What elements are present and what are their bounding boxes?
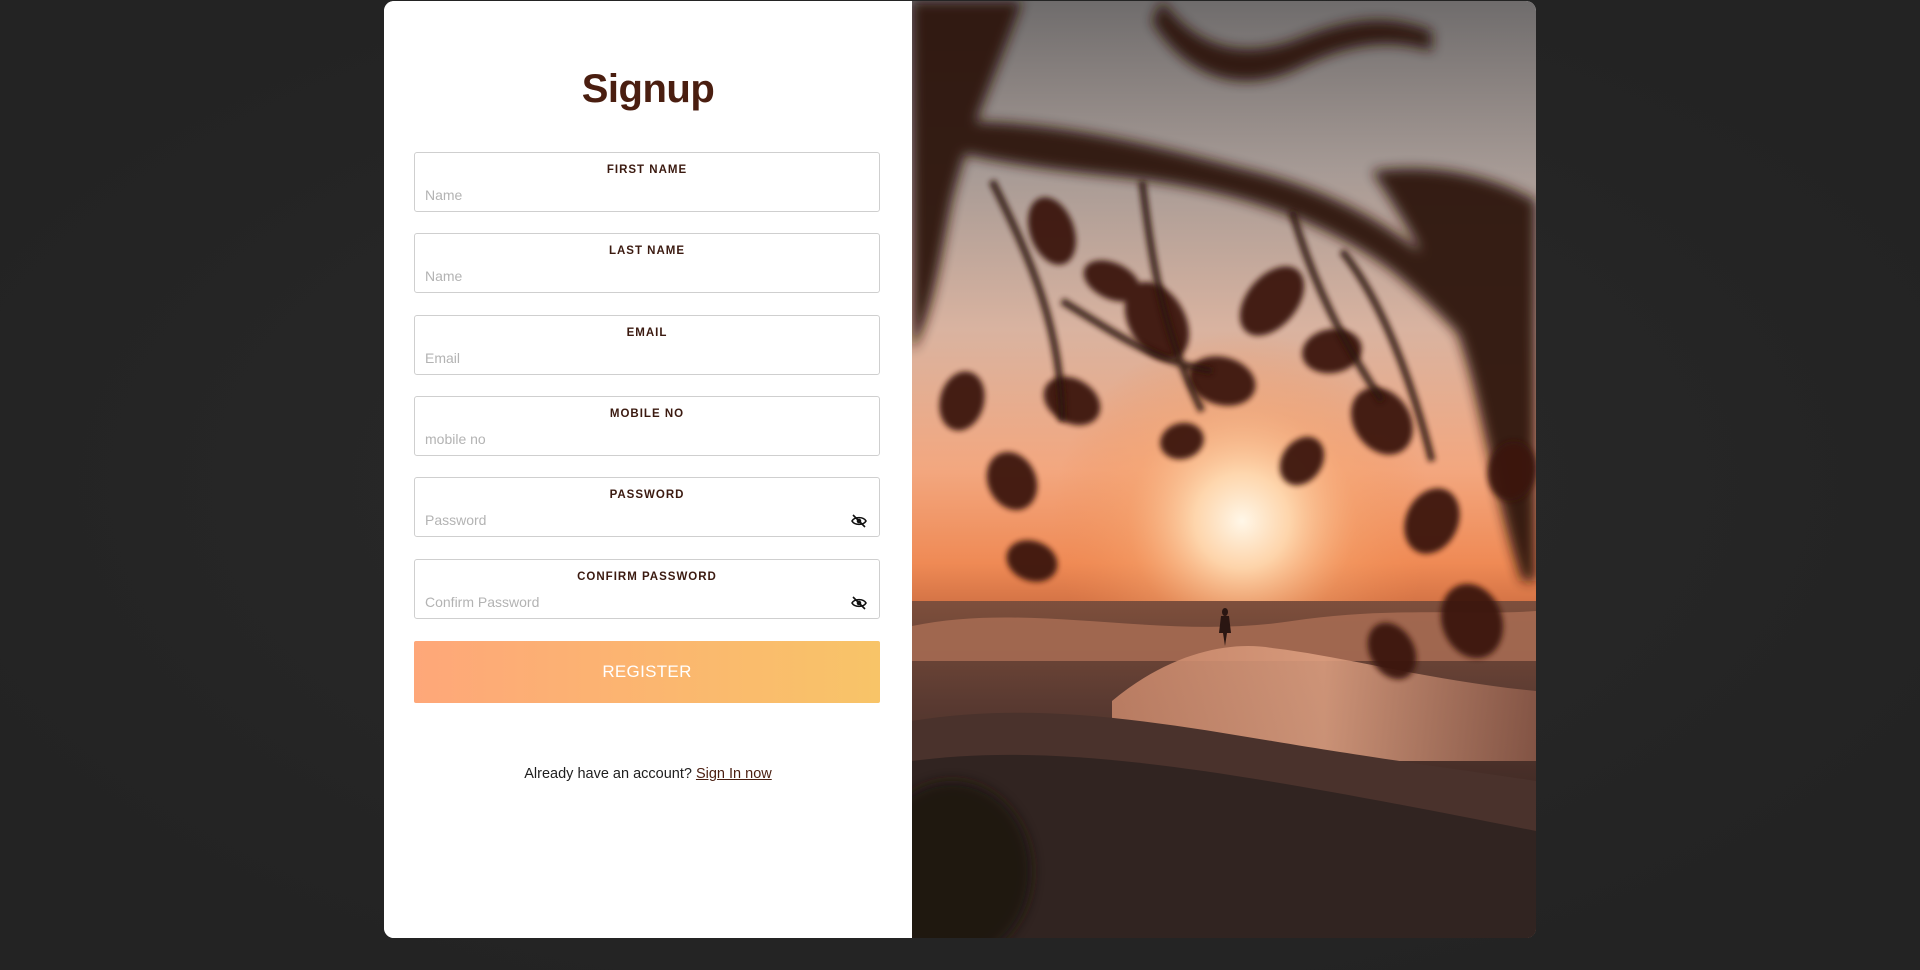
email-field[interactable]: EMAIL [414,315,880,375]
eye-slash-icon[interactable] [851,514,867,528]
email-label: EMAIL [626,327,668,339]
photo-illustration [912,1,1536,938]
signup-form: Signup FIRST NAME LAST NAME EMAIL MOBILE… [384,1,912,938]
mobile-label: MOBILE NO [609,408,685,420]
register-button[interactable]: REGISTER [414,641,880,703]
email-input[interactable] [425,348,825,368]
mobile-field[interactable]: MOBILE NO [414,396,880,456]
first-name-field[interactable]: FIRST NAME [414,152,880,212]
confirm-password-label: CONFIRM PASSWORD [577,571,717,583]
sunset-desert-photo [912,1,1536,938]
mobile-input[interactable] [425,429,825,449]
signup-card: Signup FIRST NAME LAST NAME EMAIL MOBILE… [384,1,1536,938]
page-title: Signup [581,67,715,111]
first-name-label: FIRST NAME [606,164,688,176]
first-name-input[interactable] [425,185,825,205]
signin-prompt: Already have an account? [524,766,692,782]
password-label: PASSWORD [609,489,685,501]
signin-prompt-line: Already have an account? Sign In now [384,766,912,782]
last-name-label: LAST NAME [608,245,686,257]
last-name-field[interactable]: LAST NAME [414,233,880,293]
page: Signup FIRST NAME LAST NAME EMAIL MOBILE… [0,0,1920,970]
confirm-password-input[interactable] [425,592,825,612]
confirm-password-field[interactable]: CONFIRM PASSWORD [414,559,880,619]
signin-link[interactable]: Sign In now [696,766,772,782]
last-name-input[interactable] [425,266,825,286]
password-field[interactable]: PASSWORD [414,477,880,537]
eye-slash-icon[interactable] [851,596,867,610]
password-input[interactable] [425,510,825,530]
